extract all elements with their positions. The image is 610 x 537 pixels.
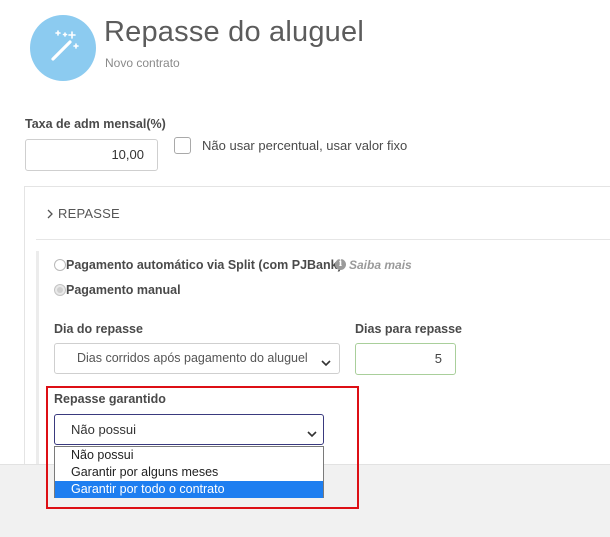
fixed-value-checkbox[interactable] — [174, 137, 191, 154]
taxa-adm-label: Taxa de adm mensal(%) — [25, 117, 166, 131]
taxa-adm-input[interactable]: 10,00 — [25, 139, 158, 171]
magic-wand-icon — [30, 15, 96, 81]
info-icon[interactable]: i — [335, 259, 346, 270]
dias-repasse-input[interactable]: 5 — [355, 343, 456, 375]
radio-manual-payment[interactable] — [54, 284, 66, 296]
dia-repasse-select[interactable]: Dias corridos após pagamento do aluguel — [54, 343, 340, 374]
section-rule — [36, 251, 39, 465]
saiba-mais-link[interactable]: Saiba mais — [349, 258, 412, 272]
chevron-right-icon[interactable] — [45, 207, 57, 219]
chevron-down-icon — [321, 354, 331, 367]
page-subtitle: Novo contrato — [105, 56, 180, 70]
radio-split-payment[interactable] — [54, 259, 66, 271]
dias-repasse-label: Dias para repasse — [355, 322, 463, 336]
highlight-annotation-box — [46, 386, 359, 509]
panel-divider — [36, 239, 610, 240]
page-title: Repasse do aluguel — [104, 16, 364, 48]
repasse-section-toggle[interactable]: REPASSE — [58, 206, 120, 221]
dia-repasse-label: Dia do repasse — [54, 322, 143, 336]
fixed-value-checkbox-label[interactable]: Não usar percentual, usar valor fixo — [202, 138, 407, 153]
radio-split-payment-label[interactable]: Pagamento automático via Split (com PJBa… — [66, 258, 342, 272]
radio-manual-payment-label[interactable]: Pagamento manual — [66, 283, 181, 297]
